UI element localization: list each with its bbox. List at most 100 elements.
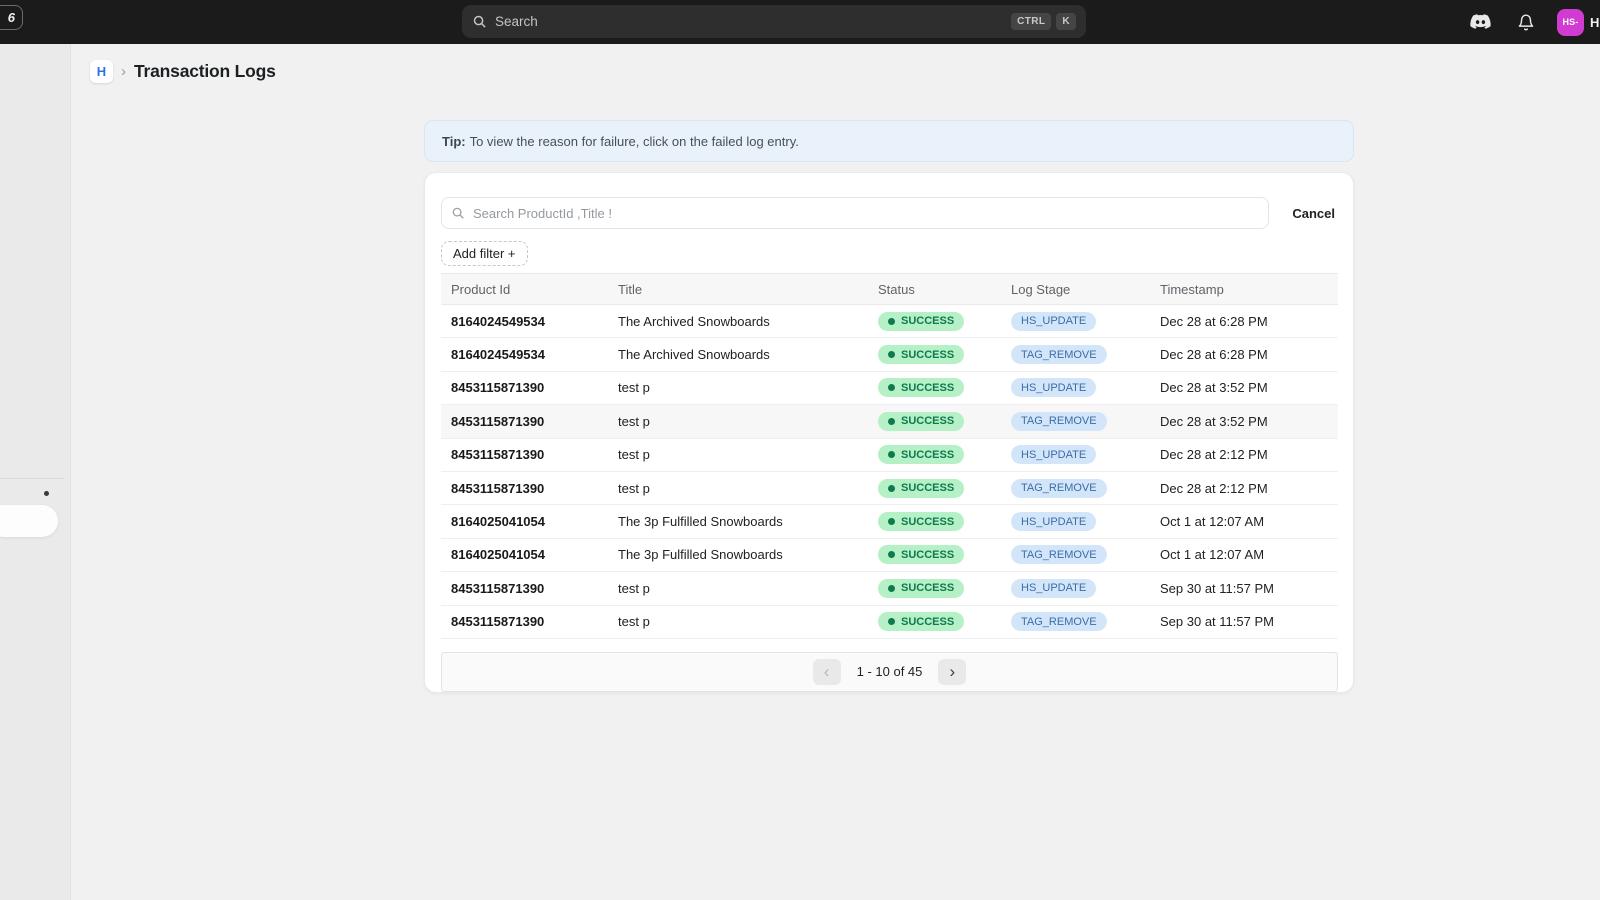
card-search-row: Cancel [441,197,1337,229]
cell-product-id: 8453115871390 [441,447,608,462]
tip-banner: Tip: To view the reason for failure, cli… [424,120,1354,162]
add-filter-button[interactable]: Add filter + [441,241,528,266]
cell-status: SUCCESS [868,479,1001,498]
user-avatar[interactable]: HS- [1557,9,1584,36]
cell-log-stage: HS_UPDATE [1001,378,1150,397]
discord-icon[interactable] [1467,9,1493,35]
log-stage-badge: HS_UPDATE [1011,312,1096,331]
cell-log-stage: TAG_REMOVE [1001,545,1150,564]
table-row[interactable]: 8164024549534 The Archived Snowboards SU… [441,338,1338,371]
app-home-logo-icon[interactable]: H [90,60,113,83]
table-row[interactable]: 8164024549534 The Archived Snowboards SU… [441,305,1338,338]
status-badge: SUCCESS [878,312,964,331]
top-navigation-bar: 6 Search CTRL K HS- H [0,0,1600,44]
transaction-logs-card: Cancel Add filter + Product Id Title Sta… [424,172,1354,693]
shortcut-key-k: K [1056,13,1076,30]
cell-timestamp: Dec 28 at 2:12 PM [1150,447,1338,462]
sidebar-divider [0,478,64,479]
status-badge: SUCCESS [878,479,964,498]
table-row[interactable]: 8453115871390 test p SUCCESS HS_UPDATE S… [441,572,1338,605]
global-search-placeholder: Search [495,14,1006,29]
search-icon [472,14,487,29]
cell-log-stage: HS_UPDATE [1001,312,1150,331]
cell-title: The Archived Snowboards [608,314,868,329]
table-row[interactable]: 8164025041054 The 3p Fulfilled Snowboard… [441,505,1338,538]
cell-product-id: 8164025041054 [441,514,608,529]
status-dot-icon [888,418,895,425]
shortcut-key-ctrl: CTRL [1011,13,1051,30]
next-page-button[interactable]: › [938,659,966,685]
table-row[interactable]: 8453115871390 test p SUCCESS HS_UPDATE D… [441,439,1338,472]
cell-status: SUCCESS [868,545,1001,564]
cell-title: The 3p Fulfilled Snowboards [608,547,868,562]
cell-timestamp: Dec 28 at 3:52 PM [1150,414,1338,429]
notifications-bell-icon[interactable] [1513,9,1539,35]
table-row[interactable]: 8453115871390 test p SUCCESS TAG_REMOVE … [441,606,1338,639]
cell-title: test p [608,414,868,429]
cell-product-id: 8453115871390 [441,614,608,629]
cell-status: SUCCESS [868,445,1001,464]
col-timestamp: Timestamp [1150,282,1338,297]
global-search-bar[interactable]: Search CTRL K [462,5,1086,38]
cell-timestamp: Oct 1 at 12:07 AM [1150,547,1338,562]
cell-log-stage: HS_UPDATE [1001,512,1150,531]
cell-log-stage: HS_UPDATE [1001,579,1150,598]
log-stage-badge: TAG_REMOVE [1011,479,1107,498]
status-dot-icon [888,551,895,558]
pagination-bar: ‹ 1 - 10 of 45 › [441,652,1338,692]
prev-page-button[interactable]: ‹ [813,659,841,685]
cell-product-id: 8453115871390 [441,481,608,496]
logs-table: Product Id Title Status Log Stage Timest… [441,273,1338,639]
table-row[interactable]: 8453115871390 test p SUCCESS TAG_REMOVE … [441,472,1338,505]
status-dot-icon [888,518,895,525]
tip-label: Tip: [442,134,466,149]
cell-status: SUCCESS [868,312,1001,331]
sidebar-active-item[interactable] [0,505,58,537]
table-row[interactable]: 8164025041054 The 3p Fulfilled Snowboard… [441,539,1338,572]
col-title: Title [608,282,868,297]
cell-product-id: 8164024549534 [441,314,608,329]
col-status: Status [868,282,1001,297]
log-stage-badge: HS_UPDATE [1011,512,1096,531]
status-badge: SUCCESS [878,512,964,531]
cell-title: test p [608,481,868,496]
cell-title: test p [608,581,868,596]
breadcrumb-chevron-icon: › [121,63,126,80]
status-dot-icon [888,351,895,358]
status-dot-icon [888,485,895,492]
cell-title: test p [608,380,868,395]
status-badge: SUCCESS [878,545,964,564]
cell-timestamp: Oct 1 at 12:07 AM [1150,514,1338,529]
cell-timestamp: Sep 30 at 11:57 PM [1150,581,1338,596]
cell-timestamp: Dec 28 at 6:28 PM [1150,314,1338,329]
cell-log-stage: HS_UPDATE [1001,445,1150,464]
cell-log-stage: TAG_REMOVE [1001,612,1150,631]
cancel-button[interactable]: Cancel [1292,206,1337,221]
col-product-id: Product Id [441,282,608,297]
cell-title: test p [608,614,868,629]
status-dot-icon [888,451,895,458]
log-stage-badge: HS_UPDATE [1011,579,1096,598]
status-badge: SUCCESS [878,345,964,364]
cell-title: The Archived Snowboards [608,347,868,362]
corner-count-badge: 6 [0,5,23,30]
cell-log-stage: TAG_REMOVE [1001,412,1150,431]
log-search-input[interactable] [441,197,1269,229]
collapsed-sidebar [0,44,71,900]
status-badge: SUCCESS [878,378,964,397]
cell-product-id: 8453115871390 [441,414,608,429]
cell-product-id: 8453115871390 [441,380,608,395]
log-stage-badge: TAG_REMOVE [1011,345,1107,364]
table-row[interactable]: 8453115871390 test p SUCCESS TAG_REMOVE … [441,405,1338,438]
cell-title: test p [608,447,868,462]
tip-text: To view the reason for failure, click on… [470,134,799,149]
log-stage-badge: HS_UPDATE [1011,378,1096,397]
log-stage-badge: TAG_REMOVE [1011,612,1107,631]
status-badge: SUCCESS [878,445,964,464]
table-row[interactable]: 8453115871390 test p SUCCESS HS_UPDATE D… [441,372,1338,405]
status-dot-icon [888,585,895,592]
log-search-field[interactable] [441,197,1269,229]
log-stage-badge: TAG_REMOVE [1011,545,1107,564]
table-body: 8164024549534 The Archived Snowboards SU… [441,305,1338,639]
cell-log-stage: TAG_REMOVE [1001,345,1150,364]
